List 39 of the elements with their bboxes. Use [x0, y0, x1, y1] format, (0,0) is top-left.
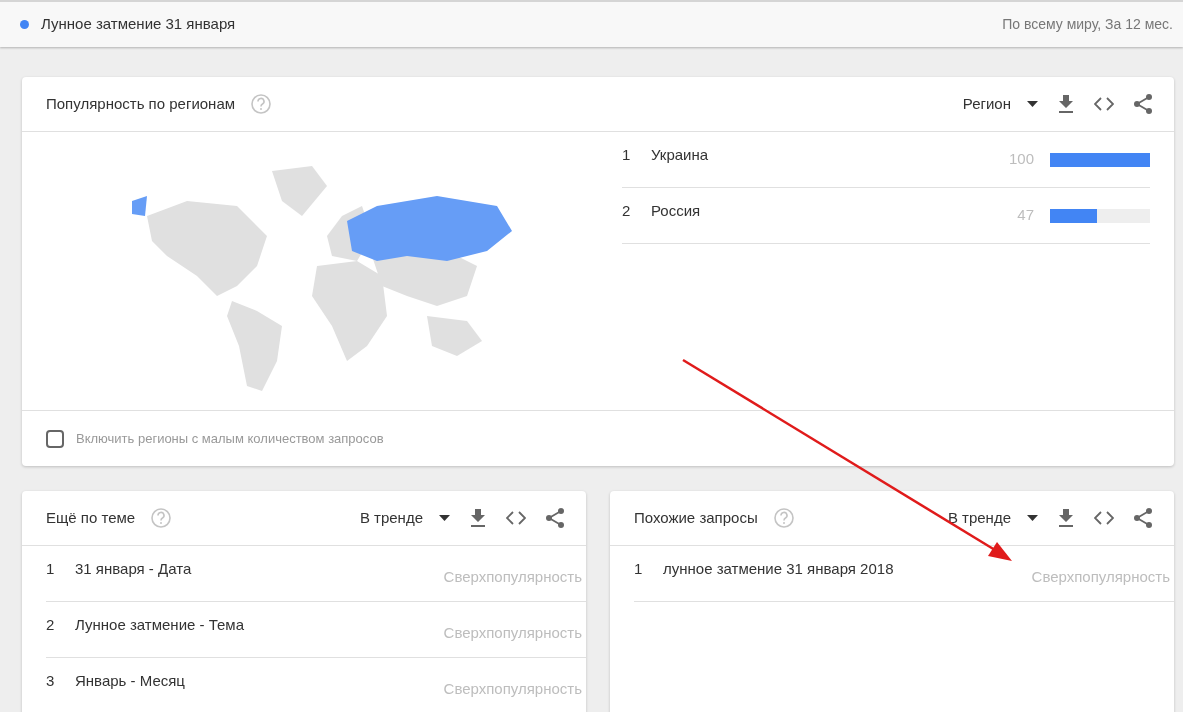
share-icon[interactable] — [1134, 94, 1152, 114]
card-title: Популярность по регионам — [46, 93, 236, 114]
item-link[interactable]: 31 января - Дата — [75, 558, 444, 581]
popularity-label: Сверхпопулярность — [1031, 567, 1171, 588]
popularity-label: Сверхпопулярность — [443, 623, 583, 644]
dropdown-button[interactable]: В тренде — [359, 506, 450, 530]
region-name[interactable]: Россия — [651, 200, 1018, 223]
scope-label: По всему миру, За 12 мес. — [1002, 15, 1173, 34]
region-value: 100 — [1008, 149, 1034, 170]
checkbox-label: Включить регионы с малым количеством запросов — [76, 429, 384, 448]
share-icon[interactable] — [1134, 508, 1152, 528]
popularity-label: Сверхпопулярность — [443, 567, 583, 588]
rank-number: 2 — [46, 615, 56, 636]
embed-code-icon[interactable] — [506, 511, 526, 525]
item-link[interactable]: Лунное затмение - Тема — [75, 614, 444, 637]
item-link[interactable]: лунное затмение 31 января 2018 — [663, 558, 1032, 581]
checkbox[interactable] — [46, 429, 64, 448]
region-value: 47 — [1017, 205, 1034, 226]
download-icon[interactable] — [1058, 95, 1074, 113]
rank-number: 2 — [622, 201, 632, 222]
dropdown-button[interactable]: Регион — [962, 92, 1038, 116]
region-name[interactable]: Украина — [651, 144, 1009, 167]
item-link[interactable]: Январь - Месяц — [75, 670, 444, 693]
card-title: Ещё по теме — [46, 507, 136, 528]
rank-number: 1 — [634, 559, 644, 580]
rank-number: 3 — [46, 671, 56, 692]
share-icon[interactable] — [546, 508, 564, 528]
card-title: Похожие запросы — [634, 507, 758, 528]
popularity-label: Сверхпопулярность — [443, 679, 583, 700]
rank-number: 1 — [622, 145, 632, 166]
caret-icon — [439, 515, 450, 521]
search-term: Лунное затмение 31 января — [41, 14, 236, 35]
download-icon[interactable] — [470, 509, 486, 527]
download-icon[interactable] — [1058, 509, 1074, 527]
caret-icon — [1027, 515, 1038, 521]
embed-code-icon[interactable] — [1094, 511, 1114, 525]
rank-number: 1 — [46, 559, 56, 580]
caret-icon — [1027, 101, 1038, 107]
embed-code-icon[interactable] — [1094, 97, 1114, 111]
